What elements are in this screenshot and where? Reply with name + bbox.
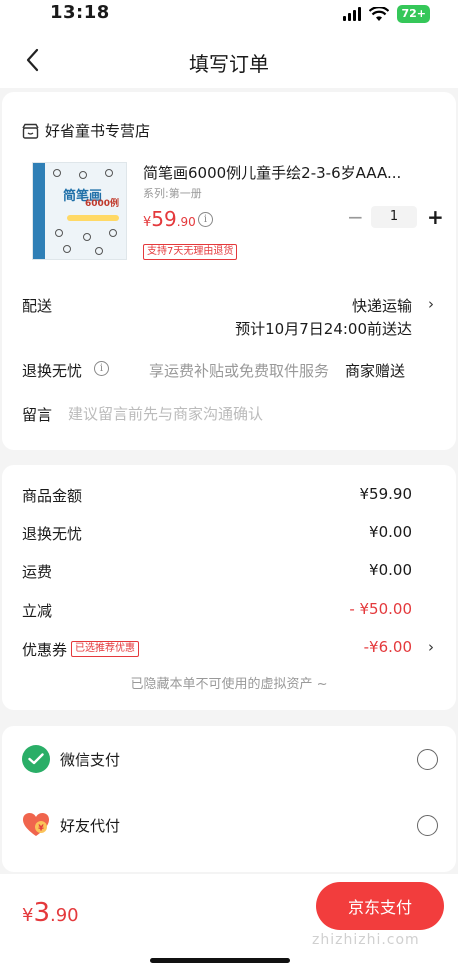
note-label: 留言 <box>22 406 53 424</box>
page-title: 填写订单 <box>189 52 269 76</box>
product-title[interactable]: 简笔画6000例儿童手绘2-3-6岁AAA... <box>143 162 423 183</box>
coupon-tag: 已选推荐优惠 <box>71 641 140 657</box>
payment-option-friend[interactable]: ¥ 好友代付 <box>22 810 438 840</box>
cellular-signal-icon <box>343 7 362 21</box>
thumb-subtitle: 6000例 <box>85 199 120 209</box>
price-row-value: ¥0.00 <box>369 523 412 541</box>
checkout-bar: ¥3.90 京东支付 zhizhizhi.com <box>0 874 458 969</box>
submit-payment-button[interactable]: 京东支付 <box>316 882 444 930</box>
price-row-label: 商品金额 <box>22 487 83 505</box>
coupon-value: -¥6.00 <box>363 638 412 656</box>
price-row-label: 立减 <box>22 602 53 620</box>
wifi-icon <box>369 6 390 21</box>
price-row: 退换无忧 ¥0.00 <box>22 523 412 545</box>
store-row[interactable]: 好省童书专营店 <box>22 120 150 141</box>
coupon-row[interactable]: 优惠券 已选推荐优惠 -¥6.00 <box>22 638 412 660</box>
watermark-text: zhizhizhi.com <box>312 932 420 948</box>
order-total: ¥3.90 <box>22 898 79 928</box>
nav-bar: 填写订单 <box>0 30 458 88</box>
product-series: 系列:第一册 <box>143 187 202 200</box>
payment-option-wechat[interactable]: 微信支付 <box>22 744 438 774</box>
shipping-method[interactable]: 快递运输 <box>352 295 412 316</box>
store-name: 好省童书专营店 <box>45 122 151 140</box>
price-row: 商品金额 ¥59.90 <box>22 485 412 507</box>
returns-label: 退换无忧 <box>22 362 83 380</box>
price-row-label: 退换无忧 <box>22 525 83 543</box>
shipping-label: 配送 <box>22 297 53 315</box>
store-icon <box>22 123 39 139</box>
battery-indicator: 72+ <box>397 5 430 23</box>
chevron-right-icon[interactable]: › <box>428 638 434 656</box>
price-row-value: ¥0.00 <box>369 561 412 579</box>
decrease-quantity-button[interactable]: − <box>347 206 364 228</box>
quantity-stepper: − 1 + <box>347 206 444 228</box>
status-time: 13:18 <box>50 2 110 23</box>
price-row: 立减 - ¥50.00 <box>22 600 412 622</box>
note-input[interactable] <box>68 401 428 427</box>
product-price: ¥59.90 <box>143 207 196 231</box>
return-policy-tag: 支持7天无理由退货 <box>143 244 238 260</box>
quantity-value[interactable]: 1 <box>371 206 417 228</box>
returns-gift: 商家赠送 <box>345 362 406 380</box>
price-row: 运费 ¥0.00 <box>22 561 412 583</box>
payment-label: 微信支付 <box>60 750 121 769</box>
home-indicator <box>150 958 290 963</box>
price-breakdown-card: 商品金额 ¥59.90 退换无忧 ¥0.00 运费 ¥0.00 立减 - ¥50… <box>2 465 456 710</box>
returns-info-icon[interactable]: i <box>94 361 109 376</box>
friend-pay-icon: ¥ <box>22 811 50 839</box>
status-bar: 13:18 72+ <box>0 0 458 30</box>
chevron-right-icon[interactable]: › <box>428 295 434 313</box>
price-row-label: 运费 <box>22 563 53 581</box>
payment-label: 好友代付 <box>60 816 121 835</box>
order-card: 好省童书专营店 简笔画 6000例 简笔画6000例儿童手绘2-3-6岁AAA.… <box>2 92 456 450</box>
status-icons: 72+ <box>343 5 430 23</box>
hidden-assets-toggle[interactable]: 已隐藏本单不可使用的虚拟资产 ~ <box>2 673 456 692</box>
payment-methods-card: 微信支付 ¥ 好友代付 <box>2 726 456 872</box>
wechat-pay-icon <box>22 745 50 773</box>
svg-text:¥: ¥ <box>38 824 44 833</box>
discount-value: - ¥50.00 <box>349 600 412 618</box>
shipping-eta: 预计10月7日24:00前送达 <box>235 320 412 338</box>
price-info-icon[interactable]: i <box>198 212 213 227</box>
coupon-label: 优惠券 <box>22 640 68 659</box>
product-thumbnail[interactable]: 简笔画 6000例 <box>32 162 127 260</box>
returns-description: 享运费补贴或免费取件服务 <box>149 362 330 380</box>
price-row-value: ¥59.90 <box>359 485 413 503</box>
increase-quantity-button[interactable]: + <box>427 206 444 228</box>
payment-radio[interactable] <box>417 814 438 836</box>
payment-radio[interactable] <box>417 748 438 770</box>
